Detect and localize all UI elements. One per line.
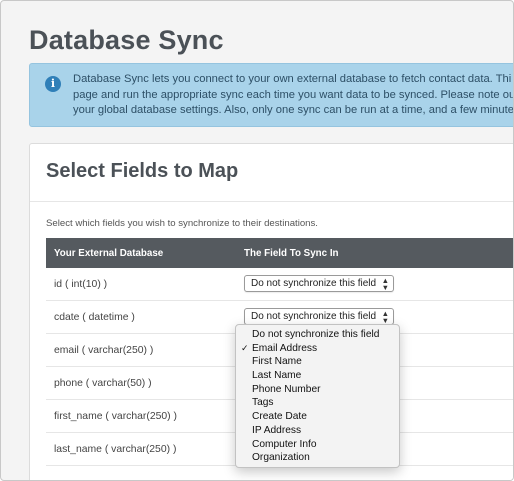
sync-field-select[interactable]: Do not synchronize this field ▲ ▼ bbox=[244, 275, 394, 292]
card-description: Select which fields you wish to synchron… bbox=[46, 218, 318, 229]
table-row: id ( int(10) ) Do not synchronize this f… bbox=[46, 268, 513, 301]
external-field-name: id ( int(10) ) bbox=[54, 279, 108, 290]
dropdown-option[interactable]: Organization bbox=[236, 451, 399, 465]
dropdown-option-selected[interactable]: ✓ Email Address bbox=[236, 342, 399, 356]
external-field-name: last_name ( varchar(250) ) bbox=[54, 444, 177, 455]
up-down-arrows-icon: ▲ ▼ bbox=[381, 309, 389, 325]
sync-field-select[interactable]: Do not synchronize this field ▲ ▼ bbox=[244, 308, 394, 325]
column-header-external-database: Your External Database bbox=[54, 248, 164, 259]
sync-field-dropdown-menu[interactable]: Do not synchronize this field ✓ Email Add… bbox=[235, 324, 400, 468]
info-icon: i bbox=[45, 76, 61, 92]
select-value: Do not synchronize this field bbox=[251, 311, 377, 322]
checkmark-icon: ✓ bbox=[241, 342, 249, 353]
dropdown-option[interactable]: Computer Info bbox=[236, 438, 399, 452]
dropdown-option[interactable]: Tags bbox=[236, 396, 399, 410]
select-value: Do not synchronize this field bbox=[251, 278, 377, 289]
external-field-name: cdate ( datetime ) bbox=[54, 312, 135, 323]
dropdown-option[interactable]: Create Date bbox=[236, 410, 399, 424]
info-line: your global database settings. Also, onl… bbox=[73, 104, 514, 116]
info-line: Database Sync lets you connect to your o… bbox=[73, 73, 512, 85]
window-frame: Database Sync i Database Sync lets you c… bbox=[0, 0, 514, 481]
info-text: Database Sync lets you connect to your o… bbox=[73, 72, 514, 119]
table-header: Your External Database The Field To Sync… bbox=[46, 238, 513, 268]
info-line: page and run the appropriate sync each t… bbox=[73, 88, 514, 101]
divider bbox=[30, 201, 513, 202]
page-title: Database Sync bbox=[29, 25, 224, 55]
info-banner: i Database Sync lets you connect to your… bbox=[29, 63, 514, 127]
external-field-name: email ( varchar(250) ) bbox=[54, 345, 154, 356]
column-header-sync-field: The Field To Sync In bbox=[244, 248, 339, 259]
external-field-name: first_name ( varchar(250) ) bbox=[54, 411, 177, 422]
dropdown-option[interactable]: Last Name bbox=[236, 369, 399, 383]
dropdown-option[interactable]: First Name bbox=[236, 355, 399, 369]
external-field-name: phone ( varchar(50) ) bbox=[54, 378, 152, 389]
card-title: Select Fields to Map bbox=[46, 160, 239, 182]
dropdown-option[interactable]: Do not synchronize this field bbox=[236, 328, 399, 342]
up-down-arrows-icon: ▲ ▼ bbox=[381, 276, 389, 292]
dropdown-option[interactable]: IP Address bbox=[236, 424, 399, 438]
dropdown-option[interactable]: Phone Number bbox=[236, 383, 399, 397]
